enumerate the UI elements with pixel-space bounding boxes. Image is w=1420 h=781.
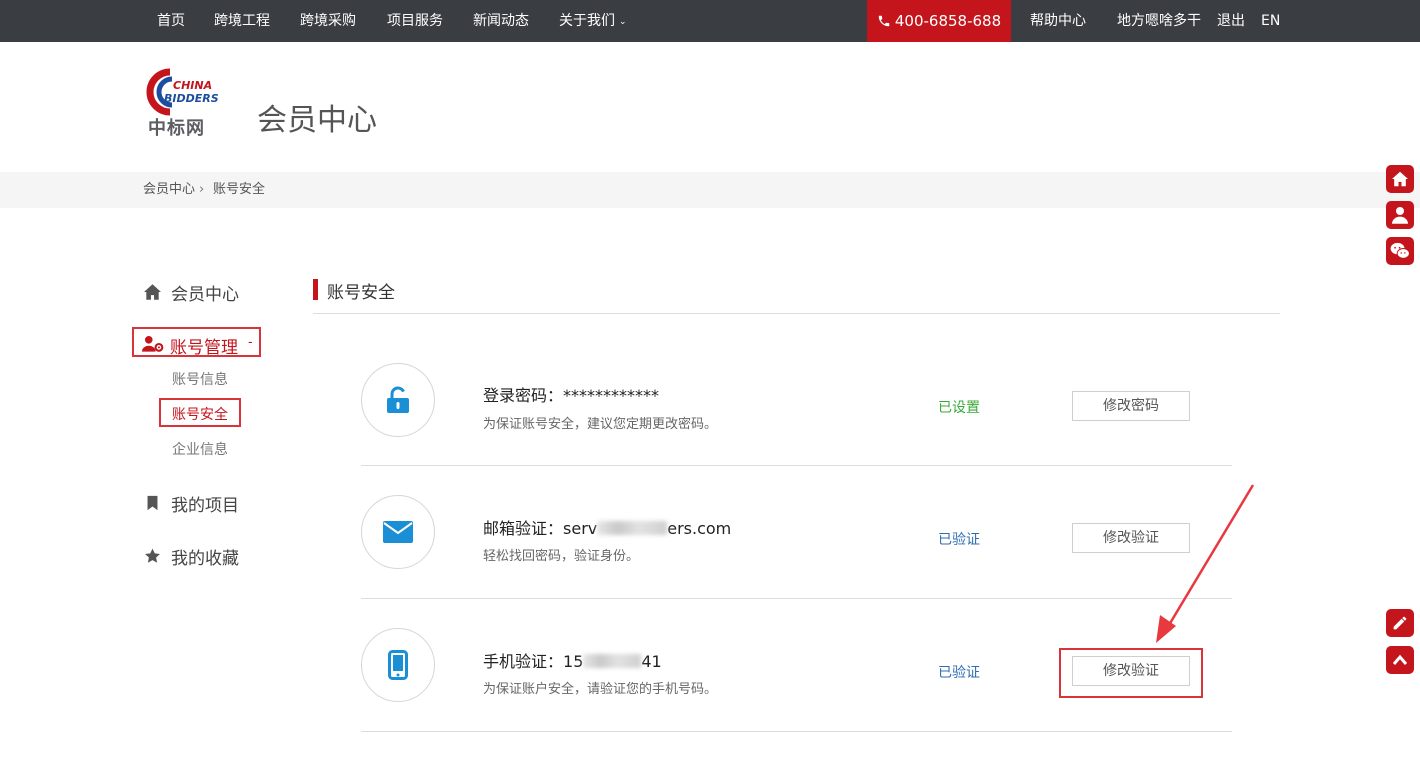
mobile-value-suffix: 41 [641, 652, 662, 671]
nav-cross-border-procurement[interactable]: 跨境采购 [300, 0, 356, 42]
section-accent-bar [313, 279, 318, 300]
sidebar-item-member-center[interactable]: 会员中心 [143, 280, 253, 305]
phone-hotline[interactable]: 400-6858-688 [867, 0, 1011, 42]
nav-home[interactable]: 首页 [157, 0, 185, 42]
nav-cross-border-engineering[interactable]: 跨境工程 [214, 0, 270, 42]
sidebar-label-account-manage: 账号管理 [170, 338, 238, 358]
email-value-prefix: serv [563, 519, 598, 538]
blurred-redaction [583, 654, 642, 668]
breadcrumb-home[interactable]: 会员中心 [143, 172, 195, 208]
breadcrumb: 会员中心 › 账号安全 [0, 172, 1420, 208]
sidebar-label-member-center: 会员中心 [171, 285, 239, 305]
mobile-icon-circle [361, 628, 435, 702]
home-icon [1392, 171, 1408, 187]
page-title: 会员中心 [257, 103, 377, 138]
chevron-down-icon: ⌄ [619, 17, 627, 27]
email-row-label: 邮箱验证：serv ers.com [483, 515, 731, 539]
phone-icon [878, 15, 890, 27]
row-divider [361, 465, 1232, 466]
email-description: 轻松找回密码，验证身份。 [483, 549, 640, 564]
nav-help-center[interactable]: 帮助中心 [1030, 0, 1086, 42]
logo-text-cn: 中标网 [148, 118, 205, 139]
nav-language-en[interactable]: EN [1261, 0, 1280, 42]
float-wechat-button[interactable] [1386, 237, 1414, 265]
chevron-up-icon [1392, 654, 1408, 665]
password-description: 为保证账号安全，建议您定期更改密码。 [483, 417, 718, 432]
row-divider [361, 731, 1232, 732]
float-edit-button[interactable] [1386, 609, 1414, 637]
top-nav: 首页 跨境工程 跨境采购 项目服务 新闻动态 关于我们 ⌄ 400-6858-68… [0, 0, 1420, 42]
breadcrumb-separator: › [199, 182, 205, 197]
change-password-button[interactable]: 修改密码 [1072, 391, 1190, 421]
unlock-icon [387, 386, 409, 413]
mobile-row-label: 手机验证：15 41 [483, 648, 662, 672]
float-back-to-top-button[interactable] [1386, 646, 1414, 674]
sidebar-sub-account-info[interactable]: 账号信息 [172, 369, 228, 389]
nav-about-us[interactable]: 关于我们 ⌄ [559, 0, 627, 42]
mobile-label: 手机验证： [483, 652, 564, 671]
star-icon [145, 548, 160, 563]
nav-logout[interactable]: 退出 [1217, 0, 1245, 42]
change-mobile-verification-button[interactable]: 修改验证 [1072, 656, 1190, 686]
blurred-redaction [597, 521, 668, 535]
annotation-arrow [1156, 484, 1255, 643]
password-masked-value: ************ [563, 386, 660, 405]
nav-project-services[interactable]: 项目服务 [387, 0, 443, 42]
sidebar-item-my-favorites[interactable]: 我的收藏 [143, 544, 253, 569]
home-icon [144, 284, 161, 300]
mobile-description: 为保证账户安全，请验证您的手机号码。 [483, 682, 718, 697]
email-status: 已验证 [938, 532, 980, 548]
pencil-icon [1393, 616, 1407, 630]
sidebar-label-my-favorites: 我的收藏 [171, 549, 239, 569]
password-status: 已设置 [938, 400, 980, 416]
bookmark-icon [147, 495, 158, 511]
mobile-status: 已验证 [938, 665, 980, 681]
logo-text-china: CHINA [173, 79, 212, 92]
sidebar-label-my-projects: 我的项目 [171, 496, 239, 516]
user-gear-icon [142, 335, 164, 352]
mobile-icon [388, 650, 408, 680]
breadcrumb-current: 账号安全 [213, 182, 266, 197]
sidebar-sub-account-security[interactable]: 账号安全 [172, 404, 228, 424]
sidebar-sub-company-info[interactable]: 企业信息 [172, 439, 228, 459]
logo-swoosh-icon: CHINA BIDDERS [146, 68, 219, 116]
section-title: 账号安全 [327, 283, 395, 303]
user-icon [1392, 207, 1408, 224]
wechat-icon [1390, 242, 1410, 259]
envelope-icon [383, 521, 413, 543]
sidebar-item-account-manage[interactable]: 账号管理 - [142, 333, 258, 358]
password-icon-circle [361, 363, 435, 437]
password-label: 登录密码： [483, 386, 564, 405]
nav-username[interactable]: 地方嗯啥多干 [1117, 0, 1201, 42]
nav-about-us-label: 关于我们 [559, 13, 615, 29]
sidebar-item-my-projects[interactable]: 我的项目 [143, 491, 253, 516]
nav-news[interactable]: 新闻动态 [473, 0, 529, 42]
logo-text-bidders: BIDDERS [164, 92, 219, 105]
section-divider [313, 313, 1280, 314]
phone-number: 400-6858-688 [894, 12, 1002, 30]
mobile-value-prefix: 15 [563, 652, 584, 671]
email-value-suffix: ers.com [667, 519, 732, 538]
email-label: 邮箱验证： [483, 519, 564, 538]
email-icon-circle [361, 495, 435, 569]
password-row-label: 登录密码：************ [483, 382, 659, 406]
row-divider [361, 598, 1232, 599]
float-home-button[interactable] [1386, 165, 1414, 193]
float-user-button[interactable] [1386, 201, 1414, 229]
sidebar-collapse-toggle[interactable]: - [248, 335, 253, 350]
